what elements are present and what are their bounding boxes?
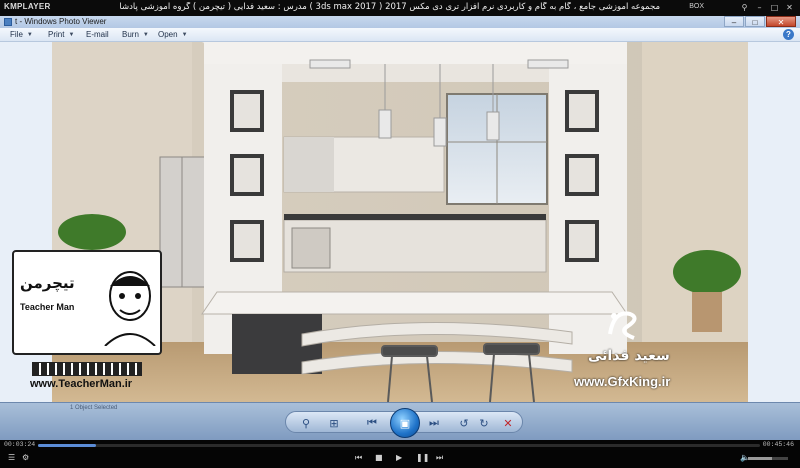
menu-email-label: E-mail xyxy=(86,30,109,39)
menu-icon[interactable]: ☰ xyxy=(8,453,15,462)
player-box-label[interactable]: BOX xyxy=(689,3,704,10)
photo-viewer-app-icon xyxy=(4,18,12,26)
pin-icon[interactable]: ⚲ xyxy=(740,3,749,12)
zoom-icon[interactable]: ⚲ xyxy=(296,414,316,432)
help-icon[interactable]: ? xyxy=(783,29,794,40)
volume-slider[interactable] xyxy=(748,457,788,460)
settings-icon[interactable]: ⚙ xyxy=(22,453,29,462)
player-logo: KMPLAYER xyxy=(4,2,51,11)
player-control-bar: 00:03:24 00:45:46 ☰ ⚙ ⏮ ■ ▶ ❚❚ ⏭ 🔈 xyxy=(0,440,800,468)
seek-bar-fill xyxy=(38,444,96,447)
maximize-icon[interactable]: □ xyxy=(770,3,779,12)
teacherman-watermark: تیچرمن Teacher Man xyxy=(10,250,170,385)
close-button[interactable]: ✕ xyxy=(766,16,796,27)
menu-print[interactable]: Print ▼ xyxy=(48,30,74,39)
menu-open[interactable]: Open ▼ xyxy=(158,30,188,39)
menu-print-label: Print xyxy=(48,30,65,39)
rotate-clockwise-icon[interactable]: ↻ xyxy=(474,414,494,432)
minimize-icon[interactable]: – xyxy=(755,3,764,12)
chevron-down-icon: ▼ xyxy=(142,31,149,38)
total-time: 00:45:46 xyxy=(762,441,794,448)
menu-burn[interactable]: Burn ▼ xyxy=(122,30,149,39)
play-icon[interactable]: ▶ xyxy=(396,453,402,462)
player-window-controls: ⚲ – □ ✕ xyxy=(740,3,794,12)
menu-open-label: Open xyxy=(158,30,178,39)
teacherman-logo-text: تیچرمن xyxy=(20,274,75,292)
toolbar-ghost-text: 1 Object Selected xyxy=(70,405,118,411)
photo-viewer-window-buttons: – □ ✕ xyxy=(723,16,796,27)
photo-viewer-menu-bar: File ▼ Print ▼ E-mail Burn ▼ Open ▼ ? xyxy=(0,28,800,42)
menu-file-label: File xyxy=(10,30,23,39)
maximize-button[interactable]: □ xyxy=(745,16,765,27)
seek-bar[interactable] xyxy=(38,444,760,447)
actual-size-icon[interactable]: ⊞ xyxy=(324,414,344,432)
skip-back-icon[interactable]: ⏮ xyxy=(355,453,362,463)
elapsed-time: 00:03:24 xyxy=(4,441,36,448)
gfxking-name: سعید فدائی xyxy=(588,348,670,364)
teacherman-monitor-frame: تیچرمن Teacher Man xyxy=(12,250,162,355)
player-title-bar: KMPLAYER مجموعه آموزشی جامع ، گام به گام… xyxy=(0,0,800,16)
photo-viewer-toolbar: 1 Object Selected ⚲ ⊞ ⏮ ▣ ⏭ ↺ ↻ ✕ xyxy=(0,402,800,440)
chevron-down-icon: ▼ xyxy=(26,31,33,38)
pause-icon[interactable]: ❚❚ xyxy=(416,453,429,462)
menu-burn-label: Burn xyxy=(122,30,139,39)
menu-email[interactable]: E-mail xyxy=(86,30,109,39)
teacherman-site: www.TeacherMan.ir xyxy=(30,378,133,390)
photo-viewer-title: t - Windows Photo Viewer xyxy=(15,17,107,26)
playback-controls: ☰ ⚙ ⏮ ■ ▶ ❚❚ ⏭ 🔈 xyxy=(0,451,800,467)
volume-fill xyxy=(748,457,772,460)
photo-viewer-window: t - Windows Photo Viewer – □ ✕ File ▼ Pri… xyxy=(0,16,800,440)
chevron-down-icon: ▼ xyxy=(181,31,188,38)
gfxking-logo xyxy=(608,311,637,340)
teacherman-name: Teacher Man xyxy=(20,302,75,312)
gfxking-site: www.GfxKing.ir xyxy=(574,374,671,389)
photo-viewer-title-bar: t - Windows Photo Viewer – □ ✕ xyxy=(0,16,800,28)
stop-icon[interactable]: ■ xyxy=(375,453,383,462)
teacherman-portrait xyxy=(104,271,156,346)
next-icon[interactable]: ⏭ xyxy=(424,414,444,432)
slideshow-icon[interactable]: ▣ xyxy=(390,408,420,438)
teacherman-keyboard xyxy=(32,362,142,376)
image-viewport: تیچرمن Teacher Man www.TeacherMan.ir سعی… xyxy=(0,42,800,416)
minimize-button[interactable]: – xyxy=(724,16,744,27)
navigation-pill: ⚲ ⊞ ⏮ ▣ ⏭ ↺ ↻ ✕ xyxy=(285,408,523,438)
skip-forward-icon[interactable]: ⏭ xyxy=(436,453,443,463)
player-title: مجموعه آموزشی جامع ، گام به گام و کاربرد… xyxy=(120,2,660,12)
delete-icon[interactable]: ✕ xyxy=(498,414,518,432)
rotate-counterclockwise-icon[interactable]: ↺ xyxy=(454,414,474,432)
screen: KMPLAYER مجموعه آموزشی جامع ، گام به گام… xyxy=(0,0,800,468)
close-icon[interactable]: ✕ xyxy=(785,3,794,12)
chevron-down-icon: ▼ xyxy=(68,31,75,38)
menu-file[interactable]: File ▼ xyxy=(10,30,33,39)
previous-icon[interactable]: ⏮ xyxy=(362,414,382,432)
